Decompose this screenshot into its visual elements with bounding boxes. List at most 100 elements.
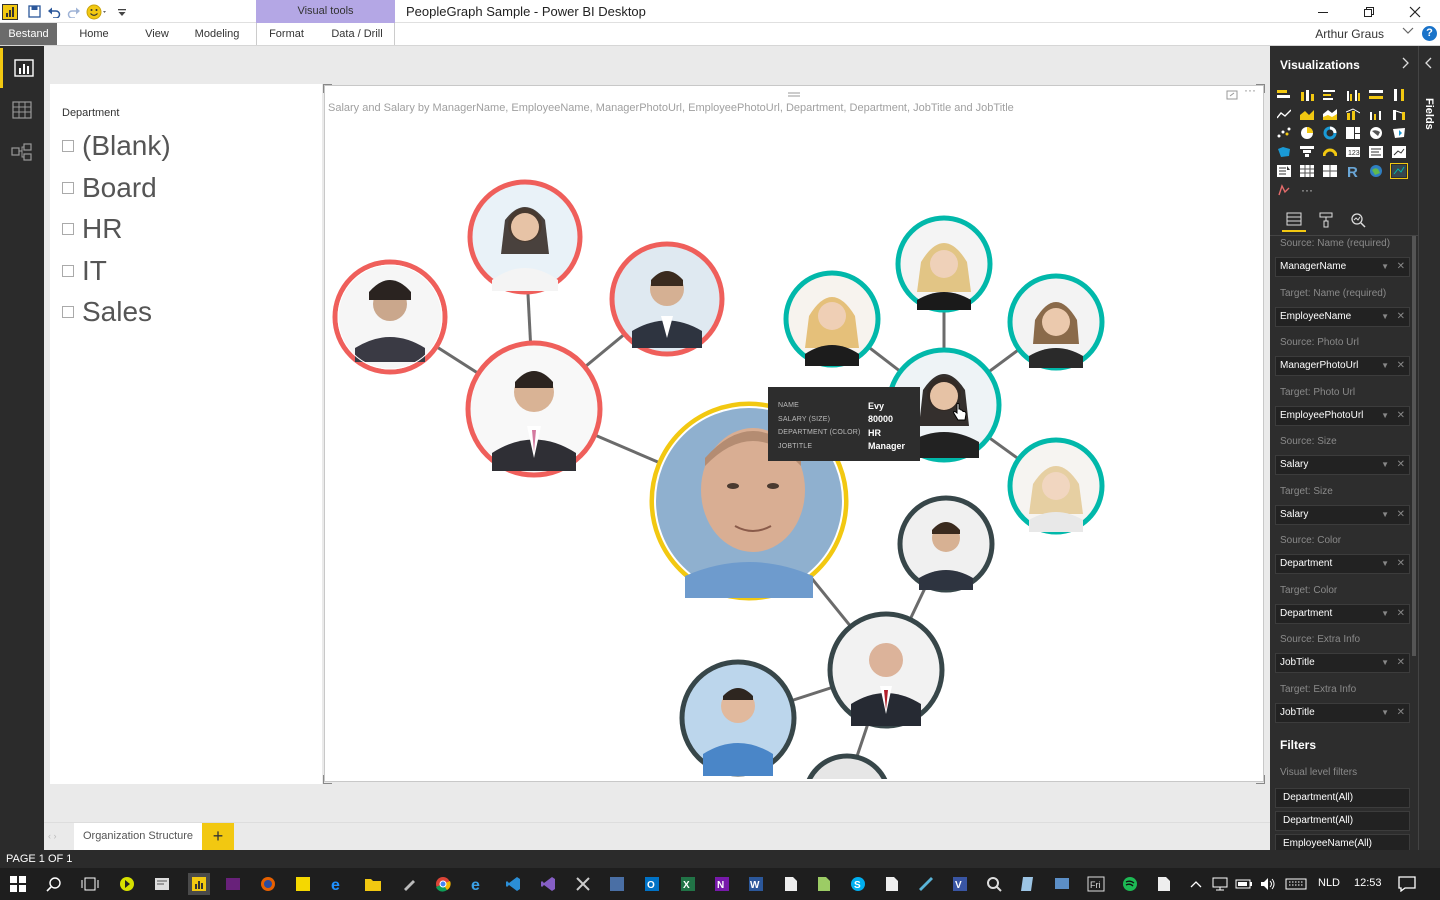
fri-calendar-icon[interactable]: Fri [1087, 875, 1105, 893]
tab-file[interactable]: Bestand [0, 23, 57, 45]
remove-field-icon[interactable]: ✕ [1397, 506, 1405, 524]
dropdown-arrow-icon[interactable]: ▼ [1381, 506, 1389, 524]
area-chart-icon[interactable] [1299, 107, 1315, 121]
system-clock[interactable]: 12:53 [1354, 877, 1382, 889]
person-node[interactable] [609, 241, 725, 357]
checkbox-icon[interactable] [62, 182, 74, 194]
slicer-item-blank[interactable]: (Blank) [62, 130, 171, 162]
smiley-feedback-icon[interactable] [84, 2, 112, 22]
100-stacked-bar-icon[interactable] [1368, 88, 1384, 102]
report-view-icon[interactable] [0, 48, 44, 88]
slicer-icon[interactable] [1276, 164, 1292, 178]
internet-explorer-icon[interactable]: e [469, 875, 487, 893]
task-view-icon[interactable] [81, 875, 99, 893]
excel-icon[interactable]: X [679, 875, 697, 893]
well-field-source-color[interactable]: Department ▼ ✕ [1275, 554, 1410, 574]
remove-field-icon[interactable]: ✕ [1397, 605, 1405, 623]
well-field-source-size[interactable]: Salary ▼ ✕ [1275, 455, 1410, 475]
person-node[interactable] [805, 753, 889, 781]
tab-view[interactable]: View [136, 23, 178, 45]
onenote-icon[interactable]: N [713, 875, 731, 893]
spotify-icon[interactable] [1121, 875, 1139, 893]
fields-pane-collapsed[interactable]: Fields [1418, 46, 1440, 850]
data-view-icon[interactable] [0, 90, 44, 130]
help-icon[interactable]: ? [1422, 26, 1437, 41]
person-node[interactable] [783, 270, 881, 368]
checkbox-icon[interactable] [62, 140, 74, 152]
blank-doc-icon[interactable] [883, 875, 901, 893]
checkbox-icon[interactable] [62, 223, 74, 235]
tab-modeling[interactable]: Modeling [186, 23, 248, 45]
globe-map-icon[interactable] [1368, 164, 1384, 178]
visual-studio-icon[interactable] [539, 875, 557, 893]
stacked-area-chart-icon[interactable] [1322, 107, 1338, 121]
person-node[interactable] [897, 495, 995, 593]
app-teal-icon[interactable] [917, 875, 935, 893]
person-node[interactable] [895, 215, 993, 313]
pie-chart-icon[interactable] [1299, 126, 1315, 140]
person-node[interactable] [1007, 437, 1105, 535]
kpi-icon[interactable] [1391, 145, 1407, 159]
magnifier-app-icon[interactable] [985, 875, 1003, 893]
action-center-icon[interactable] [1398, 875, 1416, 893]
spreadsheet-doc-icon[interactable] [815, 875, 833, 893]
clustered-column-chart-icon[interactable] [1345, 88, 1361, 102]
keyboard-icon[interactable] [1285, 875, 1307, 893]
dropdown-arrow-icon[interactable]: ▼ [1381, 555, 1389, 573]
well-field-target-size[interactable]: Salary ▼ ✕ [1275, 505, 1410, 525]
card-icon[interactable]: 123 [1345, 145, 1361, 159]
expand-ribbon-chevron-icon[interactable] [1402, 26, 1414, 38]
shape-map-icon[interactable] [1276, 145, 1292, 159]
person-node[interactable] [1007, 273, 1105, 371]
line-and-column-chart-icon[interactable] [1345, 107, 1361, 121]
custom-visual-icon[interactable] [1276, 183, 1292, 197]
filled-map-icon[interactable] [1391, 126, 1407, 140]
funnel-icon[interactable] [1299, 145, 1315, 159]
document-icon[interactable] [782, 875, 800, 893]
network-icon[interactable] [1211, 875, 1229, 893]
remove-field-icon[interactable]: ✕ [1397, 555, 1405, 573]
well-field-target-photo[interactable]: EmployeePhotoUrl ▼ ✕ [1275, 406, 1410, 426]
close-button[interactable] [1392, 0, 1438, 23]
multi-row-card-icon[interactable] [1368, 145, 1384, 159]
person-node[interactable] [467, 179, 583, 295]
undo-icon[interactable] [44, 2, 64, 22]
remove-field-icon[interactable]: ✕ [1397, 308, 1405, 326]
remove-field-icon[interactable]: ✕ [1397, 704, 1405, 722]
page-tab-organization-structure[interactable]: Organization Structure [74, 823, 202, 850]
filter-card[interactable]: Department(All) [1275, 788, 1410, 808]
media-player-icon[interactable] [118, 875, 136, 893]
dropdown-arrow-icon[interactable]: ▼ [1381, 357, 1389, 375]
dropdown-arrow-icon[interactable]: ▼ [1381, 407, 1389, 425]
relationships-view-icon[interactable] [0, 132, 44, 172]
r-visual-icon[interactable]: R [1345, 164, 1361, 178]
table-icon[interactable] [1299, 164, 1315, 178]
restore-button[interactable] [1346, 0, 1392, 23]
chrome-icon[interactable] [434, 875, 452, 893]
save-icon[interactable] [24, 2, 44, 22]
dropdown-arrow-icon[interactable]: ▼ [1381, 456, 1389, 474]
add-page-button[interactable]: + [202, 823, 234, 850]
line-and-clustered-column-icon[interactable] [1368, 107, 1384, 121]
dropdown-arrow-icon[interactable]: ▼ [1381, 605, 1389, 623]
resize-handle[interactable] [323, 84, 332, 93]
outlook-icon[interactable]: O [643, 875, 661, 893]
slicer-item-board[interactable]: Board [62, 172, 157, 204]
scatter-chart-icon[interactable] [1276, 126, 1292, 140]
generic-file-icon[interactable] [1155, 875, 1173, 893]
collapse-pane-chevron-icon[interactable] [1402, 56, 1410, 72]
tab-format[interactable]: Format [256, 23, 316, 45]
show-hidden-icons-chevron-icon[interactable] [1187, 875, 1205, 893]
well-field-target-name[interactable]: EmployeeName ▼ ✕ [1275, 307, 1410, 327]
well-field-source-name[interactable]: ManagerName ▼ ✕ [1275, 257, 1410, 277]
well-field-target-color[interactable]: Department ▼ ✕ [1275, 604, 1410, 624]
skype-icon[interactable]: S [849, 875, 867, 893]
remove-field-icon[interactable]: ✕ [1397, 456, 1405, 474]
volume-icon[interactable] [1259, 875, 1277, 893]
app-purple-icon[interactable] [224, 875, 242, 893]
file-explorer-icon[interactable] [364, 875, 382, 893]
pen-tool-icon[interactable] [400, 875, 418, 893]
stacked-column-chart-icon[interactable] [1299, 88, 1315, 102]
person-node[interactable] [827, 611, 945, 729]
page-scroll-arrows-icon[interactable]: ‹ › [48, 831, 57, 841]
